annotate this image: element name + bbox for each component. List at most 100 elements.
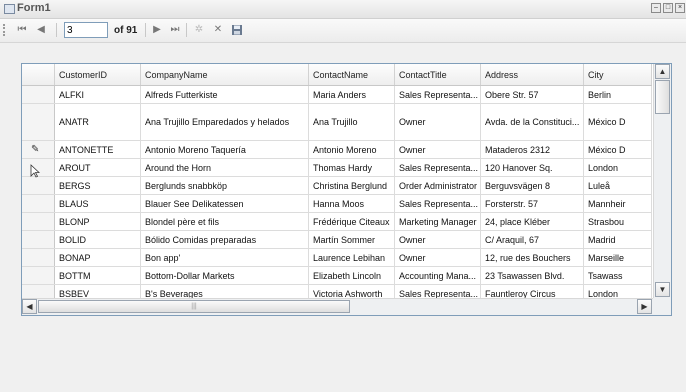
move-previous-icon[interactable]: ◀ <box>35 24 47 36</box>
cell-contactname[interactable]: Maria Anders <box>309 86 395 103</box>
scroll-up-button[interactable]: ▲ <box>655 64 670 79</box>
vertical-scrollbar[interactable]: ▲ ▼ <box>653 64 671 298</box>
toolbar-grip[interactable] <box>3 24 7 36</box>
table-row[interactable]: BOLID Bólido Comidas preparadas Martín Som… <box>22 231 652 249</box>
move-first-icon[interactable]: ⏮ <box>16 24 28 36</box>
cell-city[interactable]: Tsawass <box>584 267 652 284</box>
cell-contacttitle[interactable]: Sales Representa... <box>395 159 481 176</box>
table-row[interactable]: BSBEV B's Beverages Victoria Ashworth Sales… <box>22 285 652 298</box>
cell-contactname[interactable]: Elizabeth Lincoln <box>309 267 395 284</box>
cell-contactname[interactable]: Thomas Hardy <box>309 159 395 176</box>
cell-companyname[interactable]: Antonio Moreno Taquería <box>141 141 309 158</box>
horizontal-scrollbar[interactable]: ◀ ||| ▶ <box>22 298 653 315</box>
cell-contacttitle[interactable]: Sales Representa... <box>395 86 481 103</box>
cell-city[interactable]: Strasbou <box>584 213 652 230</box>
cell-city[interactable]: London <box>584 159 652 176</box>
cell-contacttitle[interactable]: Owner <box>395 141 481 158</box>
cell-city[interactable]: Luleå <box>584 177 652 194</box>
customers-data-grid[interactable]: CustomerID CompanyName ContactName Conta… <box>21 63 672 316</box>
vertical-scroll-thumb[interactable] <box>655 80 670 114</box>
cell-address[interactable]: C/ Araquil, 67 <box>481 231 584 248</box>
cell-address[interactable]: Fauntleroy Circus <box>481 285 584 298</box>
save-icon[interactable] <box>231 24 243 36</box>
table-row[interactable]: ANATR Ana Trujillo Emparedados y helados A… <box>22 104 652 141</box>
cell-companyname[interactable]: Berglunds snabbköp <box>141 177 309 194</box>
cell-customerid[interactable]: ALFKI <box>55 86 141 103</box>
column-header-companyname[interactable]: CompanyName <box>141 64 309 85</box>
minimize-button[interactable]: – <box>651 3 661 13</box>
cell-contactname[interactable]: Christina Berglund <box>309 177 395 194</box>
cell-contacttitle[interactable]: Marketing Manager <box>395 213 481 230</box>
cell-companyname[interactable]: Blauer See Delikatessen <box>141 195 309 212</box>
cell-contacttitle[interactable]: Owner <box>395 249 481 266</box>
cell-address[interactable]: Mataderos 2312 <box>481 141 584 158</box>
cell-address[interactable]: 120 Hanover Sq. <box>481 159 584 176</box>
cell-contactname[interactable]: Frédérique Citeaux <box>309 213 395 230</box>
cell-address[interactable]: Avda. de la Constituci... <box>481 104 584 140</box>
delete-icon[interactable]: ✕ <box>212 24 224 36</box>
cell-contacttitle[interactable]: Sales Representa... <box>395 285 481 298</box>
table-row[interactable]: AROUT Around the Horn Thomas Hardy Sales Re… <box>22 159 652 177</box>
cell-customerid[interactable]: BSBEV <box>55 285 141 298</box>
column-header-city[interactable]: City <box>584 64 652 85</box>
cell-customerid[interactable]: BOTTM <box>55 267 141 284</box>
cell-companyname[interactable]: Blondel père et fils <box>141 213 309 230</box>
cell-customerid[interactable]: BLONP <box>55 213 141 230</box>
cell-contacttitle[interactable]: Accounting Mana... <box>395 267 481 284</box>
cell-customerid[interactable]: BOLID <box>55 231 141 248</box>
scroll-left-button[interactable]: ◀ <box>22 299 37 314</box>
cell-companyname[interactable]: Ana Trujillo Emparedados y helados <box>141 104 309 140</box>
cell-customerid[interactable]: ANATR <box>55 104 141 140</box>
scroll-right-button[interactable]: ▶ <box>637 299 652 314</box>
cell-companyname[interactable]: Bottom-Dollar Markets <box>141 267 309 284</box>
cell-contactname[interactable]: Hanna Moos <box>309 195 395 212</box>
cell-address[interactable]: 24, place Kléber <box>481 213 584 230</box>
column-header-address[interactable]: Address <box>481 64 584 85</box>
cell-address[interactable]: Forsterstr. 57 <box>481 195 584 212</box>
table-row[interactable]: BLAUS Blauer See Delikatessen Hanna Moos Sa… <box>22 195 652 213</box>
column-header-contacttitle[interactable]: ContactTitle <box>395 64 481 85</box>
cell-city[interactable]: Mannheir <box>584 195 652 212</box>
cell-customerid[interactable]: BERGS <box>55 177 141 194</box>
cell-city[interactable]: Berlin <box>584 86 652 103</box>
cell-contactname[interactable]: Ana Trujillo <box>309 104 395 140</box>
cell-companyname[interactable]: Bon app' <box>141 249 309 266</box>
row-header[interactable] <box>22 231 55 248</box>
table-row[interactable]: ALFKI Alfreds Futterkiste Maria Anders Sale… <box>22 86 652 104</box>
cell-companyname[interactable]: Alfreds Futterkiste <box>141 86 309 103</box>
cell-companyname[interactable]: Bólido Comidas preparadas <box>141 231 309 248</box>
move-last-icon[interactable]: ⏭ <box>169 24 181 36</box>
row-header[interactable] <box>22 213 55 230</box>
cell-city[interactable]: Madrid <box>584 231 652 248</box>
table-row[interactable]: BLONP Blondel père et fils Frédérique Cite… <box>22 213 652 231</box>
cell-contacttitle[interactable]: Owner <box>395 104 481 140</box>
cell-customerid[interactable]: ANTONETTE <box>55 141 141 158</box>
cell-city[interactable]: Marseille <box>584 249 652 266</box>
row-header[interactable] <box>22 285 55 298</box>
table-row[interactable]: ✎ ANTONETTE Antonio Moreno Taquería Antonio… <box>22 141 652 159</box>
scroll-down-button[interactable]: ▼ <box>655 282 670 297</box>
cell-contacttitle[interactable]: Owner <box>395 231 481 248</box>
position-input[interactable] <box>64 22 108 38</box>
column-header-contactname[interactable]: ContactName <box>309 64 395 85</box>
row-header[interactable] <box>22 267 55 284</box>
cell-contactname[interactable]: Victoria Ashworth <box>309 285 395 298</box>
add-new-icon[interactable]: ✲ <box>193 24 205 36</box>
cell-city[interactable]: London <box>584 285 652 298</box>
row-header[interactable] <box>22 195 55 212</box>
cell-companyname[interactable]: Around the Horn <box>141 159 309 176</box>
horizontal-scroll-thumb[interactable]: ||| <box>38 300 350 313</box>
cell-city[interactable]: México D <box>584 141 652 158</box>
cell-contacttitle[interactable]: Order Administrator <box>395 177 481 194</box>
cell-contactname[interactable]: Martín Sommer <box>309 231 395 248</box>
cell-city[interactable]: México D <box>584 104 652 140</box>
row-header[interactable]: ✎ <box>22 141 55 158</box>
row-header[interactable] <box>22 249 55 266</box>
cell-address[interactable]: Obere Str. 57 <box>481 86 584 103</box>
maximize-button[interactable]: □ <box>663 3 673 13</box>
cell-contacttitle[interactable]: Sales Representa... <box>395 195 481 212</box>
table-row[interactable]: BONAP Bon app' Laurence Lebihan Owner 12, ru… <box>22 249 652 267</box>
cell-address[interactable]: 12, rue des Bouchers <box>481 249 584 266</box>
cell-contactname[interactable]: Antonio Moreno <box>309 141 395 158</box>
cell-customerid[interactable]: BLAUS <box>55 195 141 212</box>
